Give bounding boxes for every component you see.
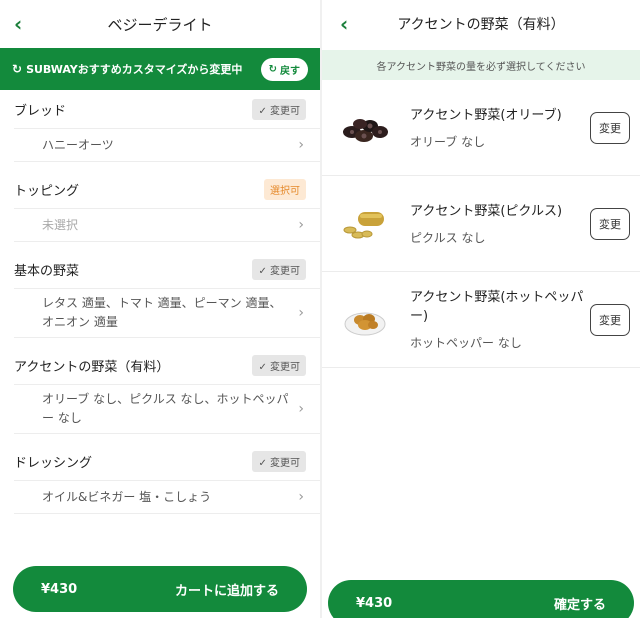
section-topping: トッピング 選択可 未選択 › bbox=[0, 170, 320, 242]
section-value: オイル&ビネガー 塩・こしょう bbox=[42, 489, 212, 504]
section-label: ブレッド bbox=[14, 103, 67, 119]
section-value: 未選択 bbox=[42, 217, 79, 232]
chevron-left-icon[interactable]: ‹ bbox=[14, 12, 22, 36]
add-to-cart-button[interactable]: ¥430 カートに追加する bbox=[13, 566, 307, 612]
section-value: レタス 適量、トマト 適量、ピーマン 適量、オニオン 適量 bbox=[42, 296, 282, 329]
item-name: アクセント野菜(オリーブ) bbox=[410, 107, 562, 123]
bread-selector[interactable]: ハニーオーツ › bbox=[14, 128, 320, 162]
reset-button-label: 戻す bbox=[280, 65, 300, 77]
section-basic-vegetables: 基本の野菜 ✓ 変更可 レタス 適量、トマト 適量、ピーマン 適量、オニオン 適… bbox=[0, 250, 320, 338]
section-value: オリーブ なし、ピクルス なし、ホットペッパー なし bbox=[42, 392, 289, 425]
refresh-icon: ↻ bbox=[12, 62, 23, 76]
status-badge: ✓ 変更可 bbox=[252, 354, 306, 376]
list-item-hot-pepper: アクセント野菜(ホットペッパー) ホットペッパー なし 変更 bbox=[322, 272, 640, 368]
selection-notice: 各アクセント野菜の量を必ず選択してください bbox=[322, 50, 640, 80]
hot-pepper-icon bbox=[336, 291, 394, 349]
customize-screen: ‹ ベジーデライト ↻ SUBWAYおすすめカスタマイズから変更中 ↻ 戻す ブ… bbox=[0, 0, 320, 618]
item-name: アクセント野菜(ピクルス) bbox=[410, 203, 563, 219]
refresh-icon: ↻ bbox=[268, 63, 277, 75]
section-label: ドレッシング bbox=[14, 455, 93, 471]
price-label: ¥430 bbox=[356, 595, 393, 611]
section-bread: ブレッド ✓ 変更可 ハニーオーツ › bbox=[0, 90, 320, 162]
status-badge: ✓ 変更可 bbox=[252, 258, 306, 280]
item-value: ピクルス なし bbox=[410, 230, 486, 245]
status-badge: 選択可 bbox=[264, 178, 306, 200]
section-label: アクセントの野菜（有料） bbox=[14, 359, 170, 375]
chevron-right-icon: › bbox=[298, 489, 304, 505]
dressing-selector[interactable]: オイル&ビネガー 塩・こしょう › bbox=[14, 480, 320, 514]
list-item-pickle: アクセント野菜(ピクルス) ピクルス なし 変更 bbox=[322, 176, 640, 272]
pickle-icon bbox=[336, 195, 394, 253]
change-button[interactable]: 変更 bbox=[590, 111, 630, 144]
section-label: トッピング bbox=[14, 183, 80, 199]
status-badge: ✓ 変更可 bbox=[252, 98, 306, 120]
item-value: ホットペッパー なし bbox=[410, 336, 522, 350]
section-label: 基本の野菜 bbox=[14, 263, 80, 279]
section-dressing: ドレッシング ✓ 変更可 オイル&ビネガー 塩・こしょう › bbox=[0, 442, 320, 514]
change-button[interactable]: 変更 bbox=[590, 207, 630, 240]
banner-text: SUBWAYおすすめカスタマイズから変更中 bbox=[26, 63, 243, 76]
page-title: ベジーデライト bbox=[107, 15, 213, 34]
chevron-right-icon: › bbox=[298, 305, 304, 321]
top-bar: ‹ アクセントの野菜（有料） bbox=[322, 0, 640, 48]
change-button[interactable]: 変更 bbox=[590, 303, 630, 336]
customize-banner: ↻ SUBWAYおすすめカスタマイズから変更中 ↻ 戻す bbox=[0, 48, 320, 90]
basic-vegetables-selector[interactable]: レタス 適量、トマト 適量、ピーマン 適量、オニオン 適量 › bbox=[14, 288, 320, 338]
topping-selector[interactable]: 未選択 › bbox=[14, 208, 320, 242]
reset-button[interactable]: ↻ 戻す bbox=[260, 57, 308, 81]
section-value: ハニーオーツ bbox=[42, 137, 114, 152]
status-badge: ✓ 変更可 bbox=[252, 450, 306, 472]
list-item-olive: アクセント野菜(オリーブ) オリーブ なし 変更 bbox=[322, 80, 640, 176]
accent-vegetables-selector[interactable]: オリーブ なし、ピクルス なし、ホットペッパー なし › bbox=[14, 384, 320, 434]
chevron-right-icon: › bbox=[298, 217, 304, 233]
chevron-right-icon: › bbox=[298, 401, 304, 417]
accent-vegetables-screen: ‹ アクセントの野菜（有料） 各アクセント野菜の量を必ず選択してください アクセ… bbox=[322, 0, 640, 618]
add-to-cart-label: カートに追加する bbox=[174, 583, 279, 599]
chevron-right-icon: › bbox=[298, 137, 304, 153]
top-bar: ‹ ベジーデライト bbox=[0, 0, 320, 48]
item-value: オリーブ なし bbox=[410, 134, 486, 149]
olive-icon bbox=[336, 99, 394, 157]
item-name: アクセント野菜(ホットペッパー) bbox=[410, 290, 584, 324]
section-accent-vegetables: アクセントの野菜（有料） ✓ 変更可 オリーブ なし、ピクルス なし、ホットペッ… bbox=[0, 346, 320, 434]
price-label: ¥430 bbox=[41, 581, 78, 597]
confirm-label: 確定する bbox=[553, 597, 606, 613]
chevron-left-icon[interactable]: ‹ bbox=[340, 12, 348, 36]
confirm-button[interactable]: ¥430 確定する bbox=[328, 580, 634, 618]
page-title: アクセントの野菜（有料） bbox=[397, 17, 565, 33]
